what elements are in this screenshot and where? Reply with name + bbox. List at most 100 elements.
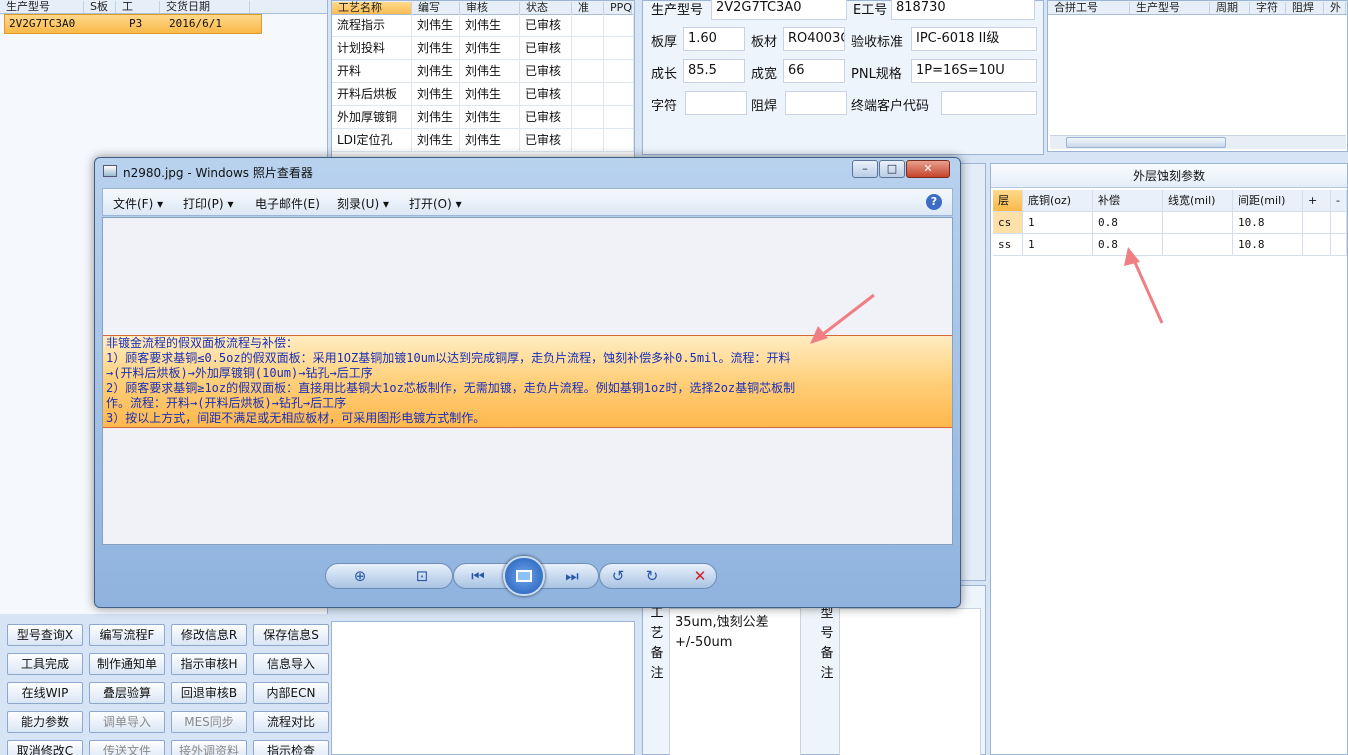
col-model[interactable]: 生产型号 <box>0 1 84 13</box>
thickness-field[interactable]: 1.60 <box>683 27 745 51</box>
col-s[interactable]: S板 <box>84 1 116 13</box>
cancel-modify-button[interactable]: 取消修改C <box>7 740 83 755</box>
process-name: 流程指示 <box>332 14 412 37</box>
viewer-titlebar[interactable]: n2980.jpg - Windows 照片查看器 – □ ✕ <box>95 158 960 186</box>
process-row[interactable]: 流程指示 刘伟生 刘伟生 已审核 <box>332 14 634 37</box>
model-field[interactable]: 2V2G7TC3A0 <box>711 0 847 20</box>
col-merge-model[interactable]: 生产型号 <box>1130 2 1210 14</box>
col-base-copper[interactable]: 底铜(oz) <box>1023 190 1093 212</box>
horizontal-scrollbar[interactable] <box>1050 135 1346 149</box>
menu-print[interactable]: 打印(P) ▾ <box>183 195 233 212</box>
online-wip-button[interactable]: 在线WIP <box>7 682 83 704</box>
outer-etch-panel: 外层蚀刻参数 层 底铜(oz) 补偿 线宽(mil) 间距(mil) + - c… <box>990 163 1348 755</box>
import-info-button[interactable]: 信息导入 <box>253 653 329 675</box>
etch-base: 1 <box>1023 234 1093 256</box>
remove-column-button[interactable]: - <box>1331 190 1347 212</box>
chevron-down-icon: ▾ <box>157 197 164 211</box>
material-field[interactable]: RO4003C <box>783 27 845 51</box>
model-query-button[interactable]: 型号查询X <box>7 624 83 646</box>
process-name: 开料 <box>332 60 412 83</box>
process-status: 已审核 <box>520 37 572 60</box>
col-work[interactable]: 工 <box>116 1 160 13</box>
menu-burn[interactable]: 刻录(U) ▾ <box>337 195 389 212</box>
length-field[interactable]: 85.5 <box>683 59 745 83</box>
col-spacing[interactable]: 间距(mil) <box>1233 190 1303 212</box>
menu-open[interactable]: 打开(O) ▾ <box>409 195 462 212</box>
maximize-button[interactable]: □ <box>879 160 905 178</box>
zoom-icon[interactable]: ⊕ <box>349 567 371 585</box>
width-label: 成宽 <box>751 67 778 82</box>
customer-field[interactable] <box>941 91 1037 115</box>
col-char[interactable]: 字符 <box>1250 2 1286 14</box>
fit-window-icon[interactable]: ⊡ <box>411 567 433 585</box>
menu-file[interactable]: 文件(F) ▾ <box>113 195 163 212</box>
eno-field[interactable]: 818730 <box>891 0 1035 20</box>
standard-field[interactable]: IPC-6018 II级 <box>911 27 1037 51</box>
chevron-down-icon: ▾ <box>227 197 234 211</box>
rollback-review-button[interactable]: 回退审核B <box>171 682 247 704</box>
model-remark-field[interactable] <box>839 608 981 755</box>
process-remark-field[interactable]: 35um,蚀刻公差+/-50um <box>669 608 801 755</box>
process-ppq <box>604 60 634 83</box>
mask-field[interactable] <box>785 91 847 115</box>
stackup-check-button[interactable]: 叠层验算 <box>89 682 165 704</box>
char-field[interactable] <box>685 91 747 115</box>
instruction-check-button[interactable]: 指示检查 <box>253 740 329 755</box>
process-row[interactable]: LDI定位孔 刘伟生 刘伟生 已审核 <box>332 129 634 152</box>
photo-viewer-window[interactable]: n2980.jpg - Windows 照片查看器 – □ ✕ 文件(F) ▾ … <box>94 157 961 608</box>
delete-icon[interactable]: ✕ <box>689 567 711 585</box>
process-row[interactable]: 计划投料 刘伟生 刘伟生 已审核 <box>332 37 634 60</box>
col-merge-no[interactable]: 合拼工号 <box>1048 2 1130 14</box>
receive-data-button[interactable]: 接外调资料 <box>171 740 247 755</box>
col-outer[interactable]: 外 <box>1324 2 1346 14</box>
minimize-button[interactable]: – <box>852 160 878 178</box>
width-field[interactable]: 66 <box>783 59 845 83</box>
tool-done-button[interactable]: 工具完成 <box>7 653 83 675</box>
col-compensation[interactable]: 补偿 <box>1093 190 1163 212</box>
etch-title: 外层蚀刻参数 <box>991 164 1347 188</box>
image-canvas[interactable]: 非镀金流程的假双面板流程与补偿： 1）顾客要求基铜≤0.5oz的假双面板：采用1… <box>102 217 953 545</box>
save-info-button[interactable]: 保存信息S <box>253 624 329 646</box>
rotate-left-icon[interactable]: ↺ <box>607 567 629 585</box>
notice-button[interactable]: 制作通知单 <box>89 653 165 675</box>
review-instruction-button[interactable]: 指示审核H <box>171 653 247 675</box>
help-icon[interactable]: ? <box>926 194 942 210</box>
next-icon[interactable]: ⏭ <box>561 567 583 585</box>
col-date[interactable]: 交货日期 <box>160 1 250 13</box>
modify-info-button[interactable]: 修改信息R <box>171 624 247 646</box>
process-name: 外加厚镀铜 <box>332 106 412 129</box>
send-file-button[interactable]: 传送文件 <box>89 740 165 755</box>
write-flow-button[interactable]: 编写流程F <box>89 624 165 646</box>
slideshow-button[interactable] <box>503 556 545 596</box>
previous-icon[interactable]: ⏮ <box>467 567 489 585</box>
order-import-button[interactable]: 调单导入 <box>89 711 165 733</box>
scrollbar-thumb[interactable] <box>1066 137 1226 148</box>
rotate-right-icon[interactable]: ↻ <box>641 567 663 585</box>
process-approve <box>572 129 604 152</box>
order-row[interactable]: 2V2G7TC3A0 P3 2016/6/1 <box>4 14 262 34</box>
process-writer: 刘伟生 <box>412 60 460 83</box>
process-row[interactable]: 开料 刘伟生 刘伟生 已审核 <box>332 60 634 83</box>
pnl-label: PNL规格 <box>851 67 902 82</box>
process-approve <box>572 106 604 129</box>
flow-compare-button[interactable]: 流程对比 <box>253 711 329 733</box>
menu-email[interactable]: 电子邮件(E) <box>255 195 320 212</box>
etch-comp: 0.8 <box>1093 212 1163 234</box>
capability-button[interactable]: 能力参数 <box>7 711 83 733</box>
internal-ecn-button[interactable]: 内部ECN <box>253 682 329 704</box>
notes-pane[interactable] <box>331 621 635 755</box>
process-row[interactable]: 外加厚镀铜 刘伟生 刘伟生 已审核 <box>332 106 634 129</box>
col-layer[interactable]: 层 <box>993 190 1023 212</box>
close-button[interactable]: ✕ <box>906 160 950 178</box>
col-period[interactable]: 周期 <box>1210 2 1250 14</box>
process-writer: 刘伟生 <box>412 129 460 152</box>
process-row[interactable]: 开料后烘板 刘伟生 刘伟生 已审核 <box>332 83 634 106</box>
pnl-field[interactable]: 1P=16S=10U <box>911 59 1037 83</box>
col-mask[interactable]: 阻焊 <box>1286 2 1324 14</box>
add-column-button[interactable]: + <box>1303 190 1331 212</box>
col-line-width[interactable]: 线宽(mil) <box>1163 190 1233 212</box>
length-label: 成长 <box>651 67 678 82</box>
process-status: 已审核 <box>520 83 572 106</box>
mes-sync-button[interactable]: MES同步 <box>171 711 247 733</box>
process-reviewer: 刘伟生 <box>460 129 520 152</box>
